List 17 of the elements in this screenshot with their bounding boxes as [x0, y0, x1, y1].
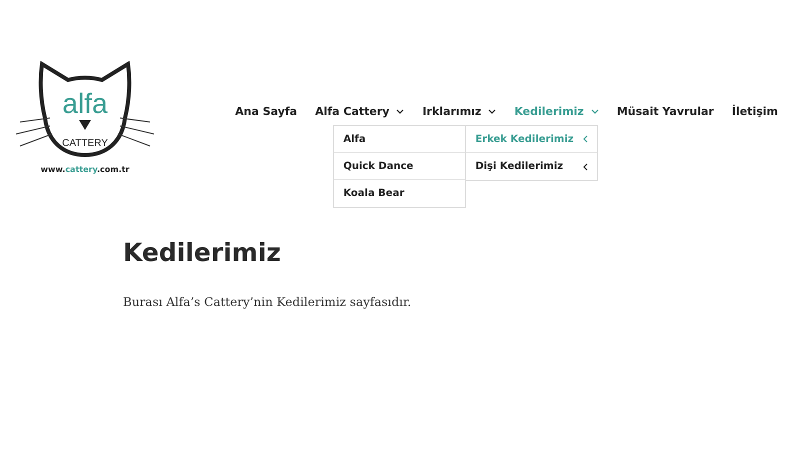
nav-item[interactable]: İletişim	[732, 105, 778, 118]
logo-url: www.cattery.com.tr	[40, 165, 130, 174]
dropdown-item[interactable]: Koala Bear	[334, 180, 466, 207]
dropdown-item[interactable]: Quick Dance	[334, 153, 466, 180]
caret-icon	[590, 109, 599, 114]
chevron-left-icon	[583, 135, 588, 143]
dropdown-item[interactable]: Alfa	[334, 126, 466, 153]
caret-icon	[488, 109, 496, 114]
dropdown-item[interactable]: Dişi Kedilerimiz	[466, 153, 598, 180]
nav-item[interactable]: Alfa Cattery	[315, 105, 404, 118]
nav-item[interactable]: Irklarımız	[422, 105, 496, 118]
nav-item[interactable]: Müsait Yavrular	[616, 105, 714, 118]
page-text: Burası Alfa’s Cattery’nin Kedilerimiz sayfasıdır.	[123, 295, 412, 309]
caret-icon	[396, 109, 404, 114]
chevron-left-icon	[583, 162, 588, 170]
nav-item[interactable]: Ana Sayfa	[235, 105, 298, 118]
page-title: Kedilerimiz	[123, 238, 281, 267]
